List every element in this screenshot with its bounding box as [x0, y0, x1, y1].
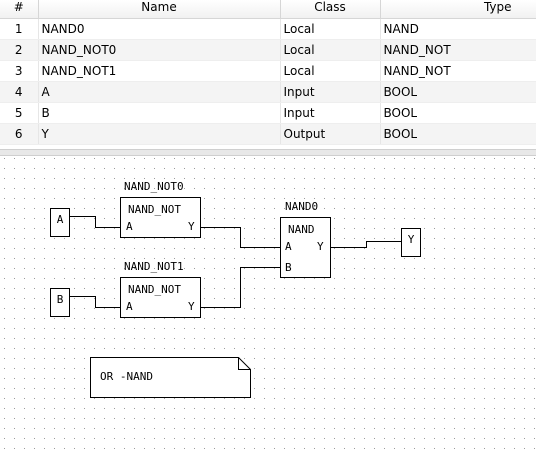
row-type[interactable]: NAND [380, 18, 536, 40]
table-row[interactable]: 4 A Input BOOL [0, 81, 536, 103]
nand-not1-block[interactable]: NAND_NOT A Y [120, 277, 201, 318]
table-row[interactable]: 3 NAND_NOT1 Local NAND_NOT [0, 60, 536, 82]
row-name[interactable]: A [38, 81, 281, 103]
nand-not0-block[interactable]: NAND_NOT A Y [120, 197, 201, 238]
table-header-row: # Name Class Type [0, 0, 536, 19]
row-index: 4 [0, 81, 39, 103]
nand0-input-pin-a[interactable]: A [285, 240, 292, 253]
output-variable-y[interactable]: Y [401, 228, 421, 257]
nand0-input-pin-b[interactable]: B [285, 261, 292, 274]
table-row[interactable]: 1 NAND0 Local NAND [0, 18, 536, 40]
column-header-name[interactable]: Name [38, 0, 281, 19]
row-type[interactable]: NAND_NOT [380, 60, 536, 82]
row-name[interactable]: B [38, 102, 281, 124]
row-index: 2 [0, 39, 39, 61]
row-type[interactable]: BOOL [380, 102, 536, 124]
nand-not1-instance-name: NAND_NOT1 [124, 260, 184, 273]
input-variable-b[interactable]: B [50, 288, 70, 317]
input-a-label: A [56, 213, 64, 226]
row-name[interactable]: Y [38, 123, 281, 145]
row-class[interactable]: Input [280, 81, 381, 103]
nand-not0-input-pin[interactable]: A [126, 220, 133, 233]
row-type[interactable]: BOOL [380, 123, 536, 145]
row-type[interactable]: BOOL [380, 81, 536, 103]
row-index: 3 [0, 60, 39, 82]
row-name[interactable]: NAND_NOT0 [38, 39, 281, 61]
nand-not1-output-pin[interactable]: Y [188, 300, 195, 313]
row-class[interactable]: Local [280, 39, 381, 61]
column-header-type[interactable]: Type [380, 0, 536, 19]
nand0-instance-name: NAND0 [285, 200, 319, 213]
pane-splitter[interactable] [0, 149, 536, 156]
table-row[interactable]: 2 NAND_NOT0 Local NAND_NOT [0, 39, 536, 61]
row-class[interactable]: Local [280, 60, 381, 82]
input-variable-a[interactable]: A [50, 208, 70, 237]
nand-not0-type: NAND_NOT [128, 203, 181, 216]
row-name[interactable]: NAND_NOT1 [38, 60, 281, 82]
variable-table: # Name Class Type 1 NAND0 Local NAND 2 N… [0, 0, 536, 149]
table-row[interactable]: 5 B Input BOOL [0, 102, 536, 124]
canvas-grid-and-wires [0, 156, 536, 457]
output-y-label: Y [407, 233, 415, 246]
row-index: 1 [0, 18, 39, 40]
column-header-index[interactable]: # [0, 0, 39, 19]
row-index: 5 [0, 102, 39, 124]
row-class[interactable]: Local [280, 18, 381, 40]
nand-not0-instance-name: NAND_NOT0 [124, 180, 184, 193]
row-type[interactable]: NAND_NOT [380, 39, 536, 61]
column-header-class[interactable]: Class [280, 0, 381, 19]
input-b-label: B [56, 293, 64, 306]
comment-note[interactable]: OR -NAND [90, 357, 251, 398]
fbd-canvas[interactable]: A B Y NAND_NOT0 NAND_NOT A Y NAND_NOT1 N… [0, 156, 536, 457]
row-class[interactable]: Input [280, 102, 381, 124]
nand-not1-type: NAND_NOT [128, 283, 181, 296]
nand-not1-input-pin[interactable]: A [126, 300, 133, 313]
nand0-type: NAND [288, 223, 315, 236]
nand-not0-output-pin[interactable]: Y [188, 220, 195, 233]
row-index: 6 [0, 123, 39, 145]
grid-dots [0, 156, 536, 457]
nand0-block[interactable]: NAND A Y B [280, 217, 331, 278]
table-row[interactable]: 6 Y Output BOOL [0, 123, 536, 145]
row-class[interactable]: Output [280, 123, 381, 145]
row-name[interactable]: NAND0 [38, 18, 281, 40]
nand0-output-pin[interactable]: Y [317, 240, 324, 253]
comment-text: OR -NAND [100, 370, 153, 383]
